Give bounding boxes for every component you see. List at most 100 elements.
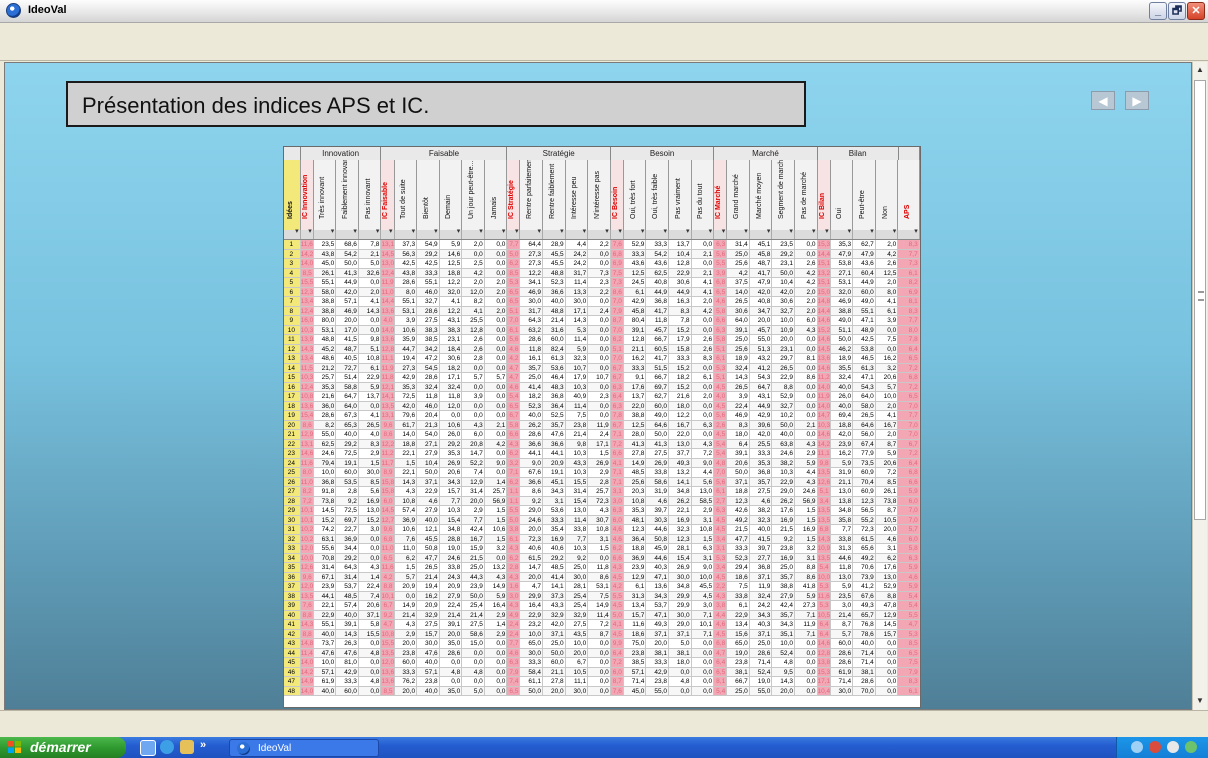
filter-dropdown[interactable] — [714, 227, 728, 239]
table-cell: 0,0 — [794, 648, 818, 658]
filter-dropdown[interactable] — [381, 227, 395, 239]
filter-dropdown[interactable] — [314, 227, 337, 239]
column-header[interactable]: Pas vraiment — [668, 160, 692, 230]
filter-dropdown[interactable] — [818, 227, 831, 239]
column-header[interactable]: Très innovant — [313, 160, 337, 230]
filter-dropdown[interactable] — [520, 227, 544, 239]
filter-dropdown[interactable] — [336, 227, 359, 239]
table-row: 33 12,0 55,6 34,4 0,0 11,0 11,0 50,8 19,0 15,9 3,2… — [284, 544, 920, 554]
column-header[interactable]: Pas du tout — [691, 160, 715, 230]
maximize-button[interactable]: 🗗 — [1168, 2, 1186, 20]
table-cell: 0,0 — [484, 677, 508, 687]
column-header[interactable]: IC Bilan — [817, 160, 831, 230]
column-header[interactable]: Un jour peut-être... — [462, 160, 485, 230]
filter-dropdown[interactable] — [395, 227, 418, 239]
column-header[interactable]: Intéresse peu — [565, 160, 589, 230]
column-header-label: N'intéresse pas — [593, 170, 601, 219]
filter-dropdown[interactable] — [284, 227, 301, 239]
table-cell: 6,6 — [898, 477, 920, 487]
column-header[interactable]: Oui, très faible — [646, 160, 669, 230]
filter-dropdown[interactable] — [507, 227, 521, 239]
filter-dropdown[interactable] — [301, 227, 314, 239]
table-cell: 14,4 — [817, 249, 831, 259]
table-cell: 12,2 — [439, 278, 463, 288]
minimize-button[interactable]: _ — [1149, 2, 1167, 20]
filter-dropdown[interactable] — [898, 227, 920, 239]
column-header[interactable]: Pas de marché — [794, 160, 818, 230]
update-icon[interactable] — [1185, 741, 1197, 753]
security-icon[interactable] — [1149, 741, 1161, 753]
filter-dropdown[interactable] — [727, 227, 750, 239]
column-header[interactable]: Segment de marché — [772, 160, 795, 230]
scroll-thumb[interactable] — [1194, 80, 1206, 520]
filter-dropdown[interactable] — [795, 227, 818, 239]
column-header[interactable]: IC Stratégie — [507, 160, 521, 230]
table-cell: 38,1 — [853, 667, 876, 677]
vertical-scrollbar[interactable]: ▲ ▼ — [1192, 62, 1207, 710]
column-header[interactable]: Idées — [284, 160, 301, 230]
previous-page-button[interactable]: ◀ — [1091, 91, 1115, 110]
column-header[interactable]: IC Marché — [714, 160, 728, 230]
column-header[interactable]: Oui, très fort — [623, 160, 647, 230]
desktop-icon[interactable] — [140, 740, 156, 756]
filter-dropdown[interactable] — [462, 227, 485, 239]
column-header[interactable]: IC Besoin — [610, 160, 624, 230]
table-cell: 0,0 — [484, 401, 508, 411]
column-header[interactable]: IC Faisable — [381, 160, 395, 230]
column-header[interactable]: Jamais — [484, 160, 508, 230]
column-header[interactable]: Marché moyen — [749, 160, 773, 230]
media-icon[interactable] — [180, 740, 194, 754]
filter-dropdown[interactable] — [440, 227, 463, 239]
table-cell: 6,3 — [507, 658, 521, 668]
close-button[interactable]: ✕ — [1187, 2, 1205, 20]
column-header[interactable]: Demain — [439, 160, 463, 230]
filter-dropdown[interactable] — [772, 227, 795, 239]
column-header[interactable]: Pas innovant — [358, 160, 382, 230]
scroll-up-icon[interactable]: ▲ — [1193, 63, 1207, 77]
start-button[interactable]: démarrer — [0, 737, 126, 758]
table-cell: 14,1 — [543, 582, 566, 592]
filter-dropdown[interactable] — [566, 227, 589, 239]
column-header[interactable]: Grand marché — [727, 160, 750, 230]
column-header[interactable]: APS — [898, 160, 920, 230]
scroll-down-icon[interactable]: ▼ — [1193, 694, 1207, 708]
column-header[interactable]: Tout de suite — [394, 160, 418, 230]
filter-dropdown[interactable] — [876, 227, 899, 239]
column-header[interactable]: Faiblement innovant — [336, 160, 359, 230]
table-cell: 6,2 — [507, 477, 521, 487]
column-header[interactable]: Bientôt — [417, 160, 440, 230]
table-cell: 53,6 — [543, 363, 566, 373]
filter-dropdown[interactable] — [669, 227, 692, 239]
filter-dropdown[interactable] — [624, 227, 647, 239]
table-cell: 3,9 — [714, 268, 728, 278]
table-cell: 4,6 — [875, 534, 899, 544]
table-cell: 4,4 — [714, 610, 728, 620]
table-cell: 6,2 — [507, 553, 521, 563]
column-header[interactable]: IC Innovation — [300, 160, 314, 230]
volume-icon[interactable] — [1167, 741, 1179, 753]
column-header[interactable]: N'intéresse pas — [588, 160, 611, 230]
filter-dropdown[interactable] — [588, 227, 611, 239]
filter-dropdown[interactable] — [692, 227, 715, 239]
column-header[interactable]: Peut-être — [853, 160, 876, 230]
filter-dropdown[interactable] — [611, 227, 624, 239]
next-page-button[interactable]: ▶ — [1125, 91, 1149, 110]
filter-dropdown[interactable] — [417, 227, 440, 239]
column-header[interactable]: Rentre parfaitement — [520, 160, 544, 230]
filter-dropdown[interactable] — [646, 227, 669, 239]
filter-dropdown[interactable] — [853, 227, 876, 239]
filter-dropdown[interactable] — [485, 227, 508, 239]
network-icon[interactable] — [1131, 741, 1143, 753]
quick-launch-overflow[interactable]: » — [200, 739, 206, 751]
taskbar-item-ideoval[interactable]: IdeoVal — [229, 739, 379, 757]
filter-dropdown[interactable] — [359, 227, 382, 239]
browser-icon[interactable] — [160, 740, 174, 754]
column-header[interactable]: Oui — [830, 160, 854, 230]
filter-dropdown[interactable] — [750, 227, 773, 239]
table-cell: 37,1 — [749, 629, 773, 639]
table-cell: 43,6 — [623, 259, 647, 269]
column-header[interactable]: Non — [875, 160, 899, 230]
filter-dropdown[interactable] — [831, 227, 854, 239]
filter-dropdown[interactable] — [543, 227, 566, 239]
column-header[interactable]: Rentre faiblement — [543, 160, 566, 230]
